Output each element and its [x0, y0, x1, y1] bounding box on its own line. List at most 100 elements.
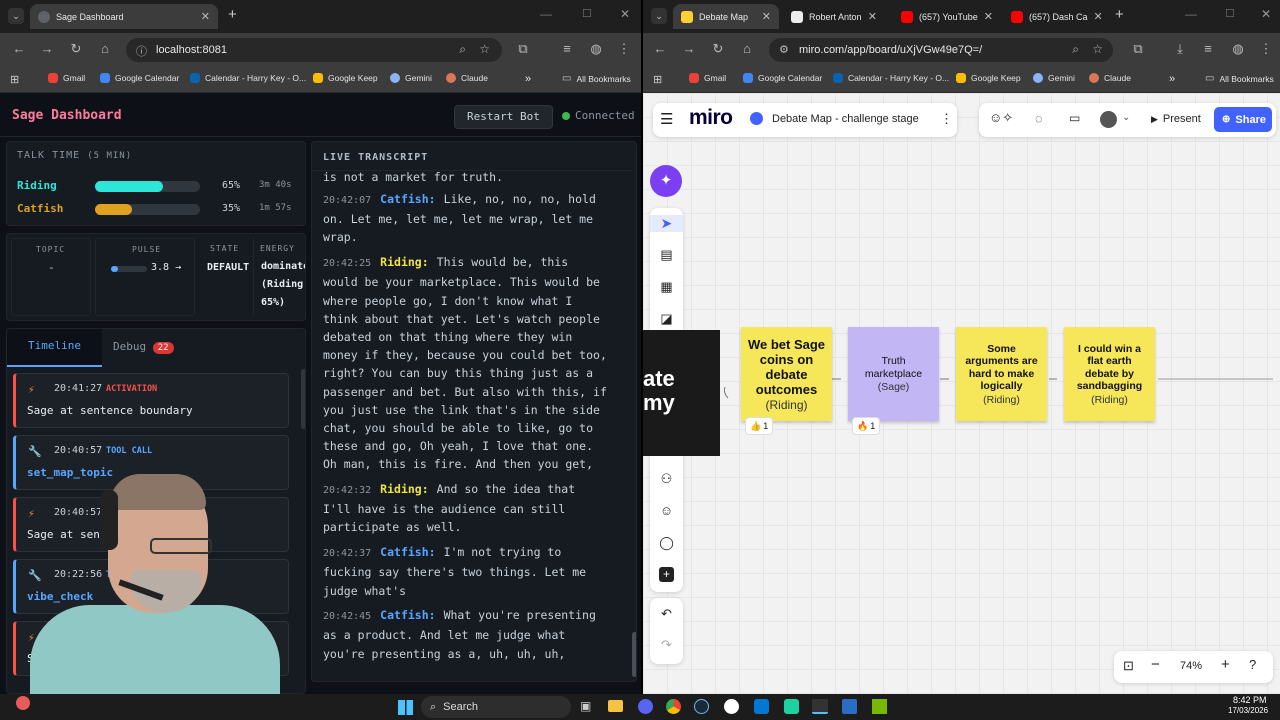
clock-time[interactable]: 8:42 PM	[1233, 695, 1267, 705]
address-bar[interactable]: ⓘ localhost:8081 ⌕ ☆	[126, 38, 502, 62]
bookmark-star-icon[interactable]: ☆	[1092, 42, 1103, 56]
reaction-badge[interactable]: 👍 1	[745, 417, 774, 435]
bookmark-google-calendar[interactable]: Google Calendar	[100, 73, 179, 83]
bookmarks-more-icon[interactable]: »	[1169, 73, 1175, 85]
timeline-event[interactable]: ⚡ 20:41:27 ACTIVATION Sage at sentence boun…	[13, 373, 289, 428]
home-icon[interactable]: ⌂	[738, 41, 756, 56]
tab-debug[interactable]: Debug 22	[113, 340, 174, 354]
profile-icon[interactable]: ◍	[1229, 41, 1247, 57]
bookmark-calendar-harry[interactable]: Calendar - Harry Key - O...	[833, 73, 949, 83]
download-icon[interactable]: ⤓	[1171, 41, 1189, 57]
green-app-icon[interactable]	[784, 699, 799, 714]
app-icon[interactable]	[724, 699, 739, 714]
close-tab-icon[interactable]: ✕	[201, 10, 210, 23]
bookmark-google-keep[interactable]: Google Keep	[313, 73, 378, 83]
bookmark-gemini[interactable]: Gemini	[1033, 73, 1075, 83]
tab-sage-dashboard[interactable]: Sage Dashboard ✕	[30, 4, 218, 29]
back-icon[interactable]: ←	[651, 41, 669, 56]
bookmark-calendar-harry[interactable]: Calendar - Harry Key - O...	[190, 73, 306, 83]
transcript-text: participate as well.	[323, 520, 462, 535]
reload-icon[interactable]: ↻	[709, 41, 727, 57]
close-window-icon[interactable]: ✕	[1261, 7, 1271, 21]
close-window-icon[interactable]: ✕	[620, 7, 630, 21]
bookmark-google-calendar[interactable]: Google Calendar	[743, 73, 822, 83]
menu-icon[interactable]: ⋮	[1257, 41, 1275, 57]
tab-groups-icon[interactable]: ≡	[1199, 41, 1217, 56]
sticky-note[interactable]: Truth marketplace (Sage) 🔥 1	[848, 327, 939, 435]
transcript-text: you just use the link that's in the side	[323, 402, 600, 417]
bookmark-gmail[interactable]: Gmail	[689, 73, 726, 83]
bookmark-claude[interactable]: Claude	[1089, 73, 1131, 83]
home-icon[interactable]: ⌂	[96, 41, 114, 56]
address-bar[interactable]: ⚙ miro.com/app/board/uXjVGw49e7Q=/ ⌕ ☆	[769, 38, 1113, 62]
visual-studio-icon[interactable]	[842, 699, 857, 714]
extensions-icon[interactable]: ⧉	[514, 41, 532, 57]
sticky-note[interactable]: I could win a flat earth debate by sandb…	[1064, 327, 1155, 421]
bookmarks-more-icon[interactable]: »	[525, 73, 531, 85]
apps-icon[interactable]: ⊞	[653, 73, 662, 86]
menu-icon[interactable]: ⋮	[615, 41, 633, 57]
minimize-icon[interactable]: —	[1185, 7, 1197, 21]
maximize-icon[interactable]: ☐	[582, 7, 592, 20]
zoom-icon[interactable]: ⌕	[1072, 42, 1079, 57]
maximize-icon[interactable]: ☐	[1225, 7, 1235, 20]
tab-timeline[interactable]: Timeline	[7, 329, 102, 367]
help-icon[interactable]: ?	[1249, 657, 1256, 672]
forward-icon[interactable]: →	[680, 41, 698, 56]
taskbar-search[interactable]: ⌕ Search	[421, 696, 571, 718]
terminal-icon[interactable]	[812, 699, 828, 714]
tab-robert-anton[interactable]: Robert Anton ✕	[783, 4, 885, 29]
bookmark-gmail[interactable]: Gmail	[48, 73, 85, 83]
new-tab-icon[interactable]: +	[228, 6, 237, 23]
tab-search-icon[interactable]: ⌄	[8, 8, 24, 24]
sticky-note[interactable]: We bet Sage coins on debate outcomes (Rid…	[741, 327, 832, 435]
bookmark-gemini[interactable]: Gemini	[390, 73, 432, 83]
close-tab-icon[interactable]: ✕	[984, 10, 993, 23]
reload-icon[interactable]: ↻	[67, 41, 85, 57]
zoom-out-icon[interactable]: −	[1151, 656, 1160, 673]
clock-date[interactable]: 17/03/2026	[1228, 706, 1268, 715]
windows-start-icon[interactable]	[398, 700, 413, 715]
vscode-like-icon[interactable]	[754, 699, 769, 714]
task-view-icon[interactable]: ▣	[580, 699, 591, 713]
forward-icon[interactable]: →	[38, 41, 56, 56]
chrome-icon[interactable]	[666, 699, 681, 714]
nvidia-icon[interactable]	[872, 699, 887, 714]
transcript-scroll[interactable]: is not a market for truth. 20:42:07 Catfi…	[312, 170, 632, 680]
zoom-level[interactable]: 74%	[1180, 660, 1202, 672]
profile-icon[interactable]: ◍	[587, 41, 605, 57]
tab-debate-map[interactable]: Debate Map ✕	[673, 4, 779, 29]
all-bookmarks[interactable]: ▭ All Bookmarks	[1205, 73, 1274, 84]
fit-to-screen-icon[interactable]: ⊡	[1123, 658, 1134, 674]
site-info-icon[interactable]: ⓘ	[136, 43, 147, 59]
reaction-count: 1	[763, 421, 769, 431]
transcript-scrollbar[interactable]	[632, 632, 636, 677]
bookmark-claude[interactable]: Claude	[446, 73, 488, 83]
extensions-icon[interactable]: ⧉	[1129, 41, 1147, 57]
tab-dash-cam[interactable]: (657) Dash Ca ✕	[1003, 4, 1103, 29]
new-tab-icon[interactable]: +	[1115, 6, 1124, 23]
file-explorer-icon[interactable]	[608, 700, 623, 712]
scrollbar[interactable]	[301, 369, 305, 429]
tab-youtube[interactable]: (657) YouTube ✕	[893, 4, 997, 29]
all-bookmarks[interactable]: ▭ All Bookmarks	[562, 73, 631, 84]
restart-bot-button[interactable]: Restart Bot	[454, 105, 553, 129]
zoom-icon[interactable]: ⌕	[459, 42, 466, 57]
steam-icon[interactable]	[694, 699, 709, 714]
miro-board[interactable]: ☰ miro Debate Map - challenge stage ⋮ ☺✧…	[643, 93, 1280, 694]
sticky-note[interactable]: Some arguments are hard to make logicall…	[956, 327, 1047, 421]
discord-icon[interactable]	[638, 699, 653, 714]
reaction-badge[interactable]: 🔥 1	[852, 417, 881, 435]
bookmark-google-keep[interactable]: Google Keep	[956, 73, 1021, 83]
back-icon[interactable]: ←	[10, 41, 28, 56]
zoom-in-icon[interactable]: +	[1221, 656, 1230, 673]
close-tab-icon[interactable]: ✕	[868, 10, 877, 23]
tab-groups-icon[interactable]: ≡	[558, 41, 576, 56]
bookmark-star-icon[interactable]: ☆	[479, 42, 490, 56]
tab-search-icon[interactable]: ⌄	[651, 8, 667, 24]
apps-icon[interactable]: ⊞	[10, 73, 19, 86]
site-settings-icon[interactable]: ⚙	[779, 43, 789, 56]
minimize-icon[interactable]: —	[540, 7, 552, 21]
close-tab-icon[interactable]: ✕	[762, 10, 771, 23]
close-tab-icon[interactable]: ✕	[1094, 10, 1103, 23]
